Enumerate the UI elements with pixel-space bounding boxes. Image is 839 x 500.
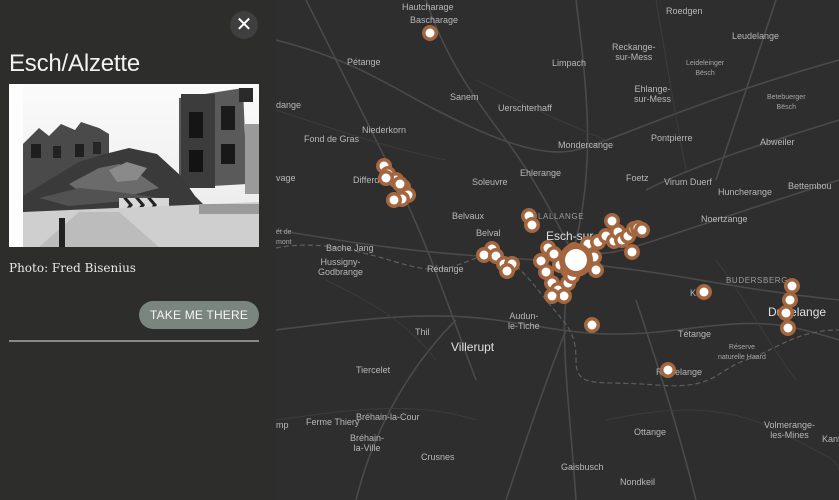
info-panel: ✕ Esch/Alzette Photo: Fred Bisenius TAKE…	[0, 0, 276, 500]
close-button[interactable]: ✕	[230, 11, 258, 39]
photo-credit: Photo: Fred Bisenius	[9, 261, 136, 275]
map-marker-dot	[547, 291, 557, 301]
map-marker-dot	[381, 173, 391, 183]
map-marker-dot	[607, 216, 617, 226]
map-marker-dot	[663, 365, 673, 375]
map-marker-dot	[783, 323, 793, 333]
map-marker-dot	[627, 247, 637, 257]
close-icon: ✕	[235, 14, 253, 36]
map-marker-dot	[699, 287, 709, 297]
map-marker-dot	[781, 308, 791, 318]
map-canvas[interactable]: Hautcharage Bascharage Roedgen Leudelang…	[276, 0, 839, 500]
map-marker-dot	[389, 195, 399, 205]
place-photo	[9, 84, 259, 247]
map-marker-dot	[527, 220, 537, 230]
selected-marker-dot	[565, 249, 587, 271]
map-marker-dot	[541, 267, 551, 277]
place-title: Esch/Alzette	[9, 50, 140, 77]
map-marker-dot	[502, 266, 512, 276]
map-marker-dot	[787, 281, 797, 291]
map-marker-dot	[536, 256, 546, 266]
map-marker-dot	[395, 179, 405, 189]
map-marker-dot	[637, 225, 647, 235]
map-marker-dot	[549, 249, 559, 259]
map-markers	[376, 25, 800, 378]
map-marker-dot	[425, 28, 435, 38]
map-marker-dot	[559, 291, 569, 301]
take-me-there-button[interactable]: TAKE ME THERE	[139, 301, 259, 329]
map-marker-dot	[785, 295, 795, 305]
divider	[9, 340, 259, 342]
map-marker-dot	[587, 320, 597, 330]
map-marker-dot	[591, 265, 601, 275]
map-marker-dot	[479, 250, 489, 260]
